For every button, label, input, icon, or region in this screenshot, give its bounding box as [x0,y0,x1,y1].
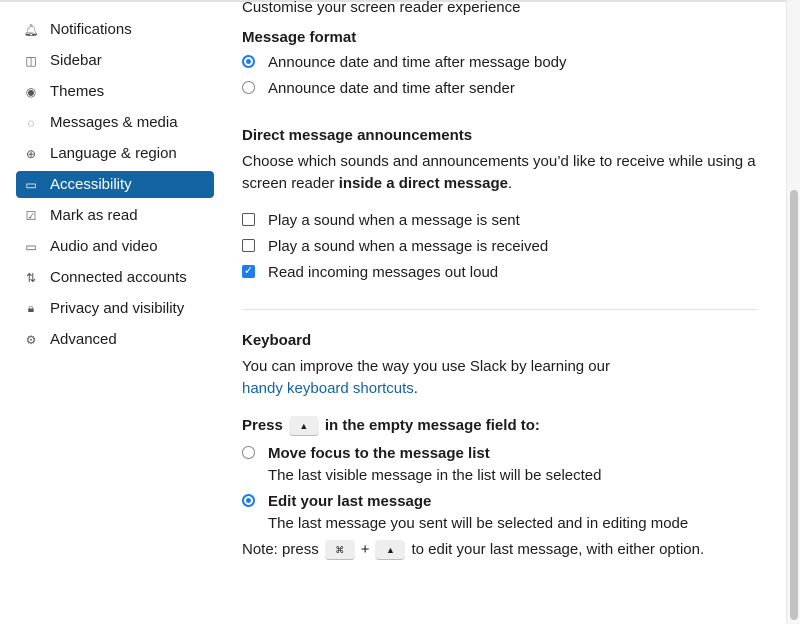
sidebar-item-accessibility[interactable]: ▭ Accessibility [16,171,214,198]
checkbox-sound-sent-label[interactable]: Play a sound when a message is sent [268,212,520,229]
keyboard-heading: Keyboard [242,332,312,349]
gear-icon: ⚙ [25,332,37,347]
dm-description-2: screen reader inside a direct message. [242,175,513,192]
lock-icon: 🔒︎ [27,301,35,315]
radio-move-focus-sub: The last visible message in the list wil… [268,467,602,484]
press-instruction: Press ▲ in the empty message field to: [242,416,540,436]
sidebar-icon: ◫ [25,53,37,68]
message-format-heading: Message format [242,29,357,46]
checkmark-icon: ✓ [243,265,254,277]
sidebar-item-language-region[interactable]: ⊕ Language & region [16,140,214,167]
scrollbar[interactable] [786,0,800,624]
sidebar-item-advanced[interactable]: ⚙ Advanced [16,326,214,353]
globe-icon: ⊕ [25,146,37,161]
cmd-key: ⌘ [324,540,355,560]
keyboard-description: You can improve the way you use Slack by… [242,358,610,375]
checkbox-sound-received-label[interactable]: Play a sound when a message is received [268,238,548,255]
radio-edit-last[interactable] [242,494,255,507]
settings-sidebar: 🔔︎ Notifications ◫ Sidebar ◉ Themes ◌ Messag… [16,16,214,357]
eye-icon: ◉ [25,84,37,99]
up-arrow-key: ▲ [375,540,406,560]
radio-edit-last-sub: The last message you sent will be select… [268,515,689,532]
dm-description-1: Choose which sounds and announcements yo… [242,153,756,170]
checkbox-read-aloud-label[interactable]: Read incoming messages out loud [268,264,498,281]
checkbox-sound-sent[interactable] [242,213,255,226]
sidebar-item-notifications[interactable]: 🔔︎ Notifications [16,16,214,43]
radio-after-body[interactable] [242,55,255,68]
up-arrow-key: ▲ [288,416,319,436]
check-square-icon: ☑ [25,208,37,223]
section-divider [242,309,758,310]
dm-heading: Direct message announcements [242,127,473,144]
intro-text: Customise your screen reader experience [242,0,521,16]
checkbox-sound-received[interactable] [242,239,255,252]
arrows-icon: ⇅ [25,270,37,285]
sidebar-item-privacy-visibility[interactable]: 🔒︎ Privacy and visibility [16,295,214,322]
radio-after-sender-label[interactable]: Announce date and time after sender [268,80,515,97]
sidebar-item-messages-media[interactable]: ◌ Messages & media [16,109,214,136]
sidebar-item-sidebar[interactable]: ◫ Sidebar [16,47,214,74]
checkbox-read-aloud[interactable]: ✓ [242,265,255,278]
laptop-icon: ▭ [25,177,37,192]
radio-move-focus[interactable] [242,446,255,459]
bell-icon: 🔔︎ [23,22,39,37]
sidebar-item-connected-accounts[interactable]: ⇅ Connected accounts [16,264,214,291]
sidebar-item-mark-as-read[interactable]: ☑ Mark as read [16,202,214,229]
message-icon: ◌ [27,115,35,130]
radio-after-sender[interactable] [242,81,255,94]
scrollbar-thumb[interactable] [790,190,798,620]
keyboard-shortcuts-link[interactable]: handy keyboard shortcuts [242,380,414,397]
keyboard-shortcuts-line: handy keyboard shortcuts. [242,380,418,397]
radio-edit-last-label[interactable]: Edit your last message [268,493,431,510]
sidebar-item-audio-video[interactable]: ▭ Audio and video [16,233,214,260]
radio-move-focus-label[interactable]: Move focus to the message list [268,445,490,462]
radio-after-body-label[interactable]: Announce date and time after message bod… [268,54,567,71]
sidebar-item-themes[interactable]: ◉ Themes [16,78,214,105]
note-text: Note: press ⌘ + ▲ to edit your last message,… [242,540,704,560]
video-icon: ▭ [25,239,37,254]
